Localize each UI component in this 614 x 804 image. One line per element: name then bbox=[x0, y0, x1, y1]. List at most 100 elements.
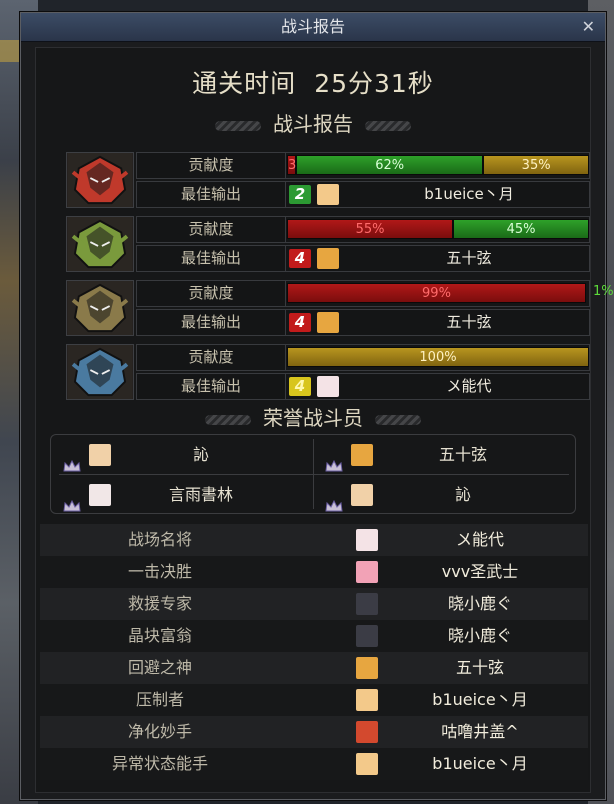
avatar bbox=[356, 753, 378, 775]
honor-fighters-heading-text: 荣誉战斗员 bbox=[263, 406, 363, 430]
avatar bbox=[89, 484, 111, 506]
avatar bbox=[356, 657, 378, 679]
rank-badge: 4 bbox=[289, 377, 311, 396]
contribution-label: 贡献度 bbox=[137, 281, 286, 306]
award-winner: b1ueice丶月 bbox=[432, 690, 528, 709]
award-title: 净化妙手 bbox=[127, 722, 192, 741]
avatar bbox=[89, 444, 111, 466]
best-output-row: 最佳输出 4 〤能代 bbox=[136, 373, 590, 400]
best-output-label: 最佳输出 bbox=[137, 246, 286, 271]
honor-fighters-heading: 荣誉战斗员 bbox=[36, 404, 590, 432]
boss-row: 贡献度 55% 45% 最佳输出 4 五十弦 bbox=[66, 216, 590, 274]
contribution-bar: 55% 45% bbox=[287, 219, 589, 239]
honor-fighter: 言雨書林 bbox=[51, 477, 313, 513]
contribution-row: 贡献度3%62%35% bbox=[136, 152, 590, 179]
award-winner: 五十弦 bbox=[455, 658, 504, 677]
best-output-row: 最佳输出 2 b1ueice丶月 bbox=[136, 181, 590, 208]
award-winner: 〤能代 bbox=[455, 530, 504, 549]
award-title: 一击决胜 bbox=[127, 562, 192, 581]
blue-mask-boss-icon bbox=[66, 344, 134, 400]
fire-mask-boss-icon bbox=[66, 152, 134, 208]
divider bbox=[59, 474, 569, 475]
avatar bbox=[317, 248, 339, 269]
honor-fighter-name: 訫 bbox=[192, 445, 209, 464]
clear-time: 通关时间 25分31秒 bbox=[36, 64, 590, 100]
avatar bbox=[356, 721, 378, 743]
honor-fighter-name: 五十弦 bbox=[438, 445, 487, 464]
ornament-icon bbox=[215, 120, 261, 131]
honor-fighters-panel: 訫 五十弦言雨書林 訫 bbox=[50, 434, 576, 514]
award-title: 回避之神 bbox=[127, 658, 192, 677]
award-row: 净化妙手 咕噜井盖^ bbox=[40, 716, 588, 748]
award-title: 压制者 bbox=[135, 690, 184, 709]
award-title: 异常状态能手 bbox=[111, 754, 208, 773]
rank-badge: 4 bbox=[289, 249, 311, 268]
contribution-row: 贡献度 55% 45% bbox=[136, 216, 590, 243]
ornament-icon bbox=[205, 414, 251, 425]
battle-report-heading: 战斗报告 bbox=[36, 110, 590, 138]
avatar bbox=[317, 376, 339, 397]
contribution-bar: 99% bbox=[287, 283, 589, 303]
avatar bbox=[356, 689, 378, 711]
boss-row: 贡献度 99% 1% 最佳输出 4 五十弦 bbox=[66, 280, 614, 338]
best-output-label: 最佳输出 bbox=[137, 310, 286, 335]
contribution-remainder: 1% bbox=[593, 284, 614, 299]
contribution-row: 贡献度 100% bbox=[136, 344, 590, 371]
best-output-row: 最佳输出 4 五十弦 bbox=[136, 245, 590, 272]
battle-report-heading-text: 战斗报告 bbox=[273, 112, 353, 136]
best-output-player: b1ueice丶月 bbox=[424, 185, 514, 203]
avatar bbox=[351, 444, 373, 466]
close-icon[interactable]: ✕ bbox=[582, 13, 595, 41]
crown-icon bbox=[63, 449, 81, 472]
avatar bbox=[351, 484, 373, 506]
green-mask-boss-icon bbox=[66, 216, 134, 272]
best-output-label: 最佳输出 bbox=[137, 374, 286, 399]
award-winner: b1ueice丶月 bbox=[432, 754, 528, 773]
contribution-segment: 35% bbox=[483, 155, 589, 175]
crown-icon bbox=[325, 489, 343, 512]
rank-badge: 2 bbox=[289, 185, 311, 204]
contribution-bar: 100% bbox=[287, 347, 589, 367]
award-row: 战场名将 〤能代 bbox=[40, 524, 588, 556]
honor-fighter-name: 訫 bbox=[454, 485, 471, 504]
award-row: 救援专家 晓小鹿ぐ bbox=[40, 588, 588, 620]
award-title: 战场名将 bbox=[127, 530, 192, 549]
award-winner: 晓小鹿ぐ bbox=[447, 594, 512, 613]
boss-row: 贡献度 100% 最佳输出 4 〤能代 bbox=[66, 344, 590, 402]
contribution-label: 贡献度 bbox=[137, 153, 286, 178]
award-row: 晶块富翁 晓小鹿ぐ bbox=[40, 620, 588, 652]
awards-list: 战场名将 〤能代 一击决胜 vvv圣武士 救援专家 晓小鹿ぐ 晶块富翁 晓小鹿ぐ 回避之神 五十弦… bbox=[40, 524, 588, 780]
window-title: 战斗报告 bbox=[280, 17, 345, 36]
crown-icon bbox=[325, 449, 343, 472]
rank-badge: 4 bbox=[289, 313, 311, 332]
honor-fighter: 五十弦 bbox=[313, 437, 575, 473]
honor-fighter: 訫 bbox=[51, 437, 313, 473]
ornament-icon bbox=[365, 120, 411, 131]
gold-mask-boss-icon bbox=[66, 280, 134, 336]
boss-row: 贡献度3%62%35%最佳输出2b1ueice丶月 bbox=[66, 152, 590, 210]
contribution-segment: 99% bbox=[287, 283, 586, 303]
contribution-segment: 62% bbox=[296, 155, 484, 175]
avatar bbox=[356, 529, 378, 551]
contribution-label: 贡献度 bbox=[137, 217, 286, 242]
honor-fighter: 訫 bbox=[313, 477, 575, 513]
avatar bbox=[317, 184, 339, 205]
crown-icon bbox=[63, 489, 81, 512]
award-row: 压制者 b1ueice丶月 bbox=[40, 684, 588, 716]
contribution-label: 贡献度 bbox=[137, 345, 286, 370]
avatar bbox=[356, 625, 378, 647]
window-titlebar[interactable]: 战斗报告 ✕ bbox=[21, 13, 605, 42]
award-row: 回避之神 五十弦 bbox=[40, 652, 588, 684]
avatar bbox=[356, 593, 378, 615]
contribution-row: 贡献度 99% 1% bbox=[136, 280, 614, 307]
clear-time-value: 25分31秒 bbox=[314, 69, 434, 98]
best-output-player: 〤能代 bbox=[446, 377, 492, 395]
award-winner: 晓小鹿ぐ bbox=[447, 626, 512, 645]
contribution-segment: 45% bbox=[453, 219, 589, 239]
award-winner: 咕噜井盖^ bbox=[441, 722, 519, 741]
ornament-icon bbox=[375, 414, 421, 425]
best-output-player: 五十弦 bbox=[446, 313, 492, 331]
award-title: 救援专家 bbox=[127, 594, 192, 613]
battle-report-window: 战斗报告 ✕ 通关时间25分31秒 战斗报告 贡献度3%62%35% 最佳输出 2 b… bbox=[20, 12, 614, 800]
best-output-player: 五十弦 bbox=[446, 249, 492, 267]
